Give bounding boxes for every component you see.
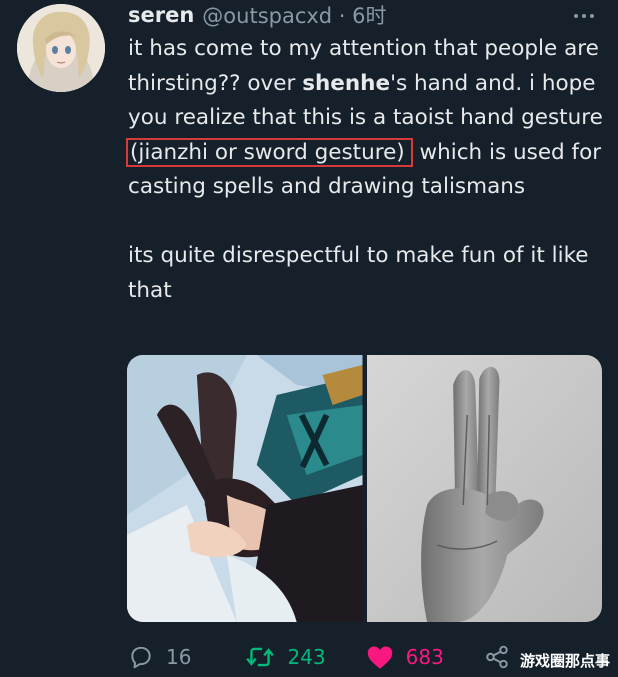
bold-word: shenhe [302, 70, 391, 96]
watermark-text: 游戏圈那点事 [519, 652, 610, 670]
highlighted-phrase: (jianzhi or sword gesture) [126, 137, 413, 167]
like-count: 683 [405, 645, 444, 669]
like-button[interactable]: 683 [366, 644, 444, 670]
tweet-paragraph-1: it has come to my attention that people … [126, 32, 608, 205]
media-grid [127, 355, 602, 622]
reply-count: 16 [166, 645, 192, 669]
avatar[interactable] [17, 4, 105, 92]
media-image-real-hand[interactable] [366, 355, 602, 622]
tweet-paragraph-2: its quite disrespectful to make fun of i… [128, 243, 589, 303]
share-button[interactable] [484, 644, 510, 670]
retweet-count: 243 [287, 645, 326, 669]
retweet-button[interactable]: 243 [245, 644, 326, 670]
tweet-text: it has come to my attention that people … [126, 32, 608, 308]
author-handle-time[interactable]: @outspacxd · 6时 [202, 0, 386, 30]
reply-icon [131, 646, 151, 669]
share-icon [486, 645, 508, 669]
retweet-icon [246, 647, 275, 667]
media-image-anime-hand[interactable] [127, 355, 363, 622]
heart-icon [367, 646, 392, 669]
tweet-header: seren @outspacxd · 6时 [128, 0, 387, 30]
reply-button[interactable]: 16 [128, 644, 191, 670]
more-icon[interactable] [572, 6, 596, 26]
author-name[interactable]: seren [128, 3, 194, 27]
